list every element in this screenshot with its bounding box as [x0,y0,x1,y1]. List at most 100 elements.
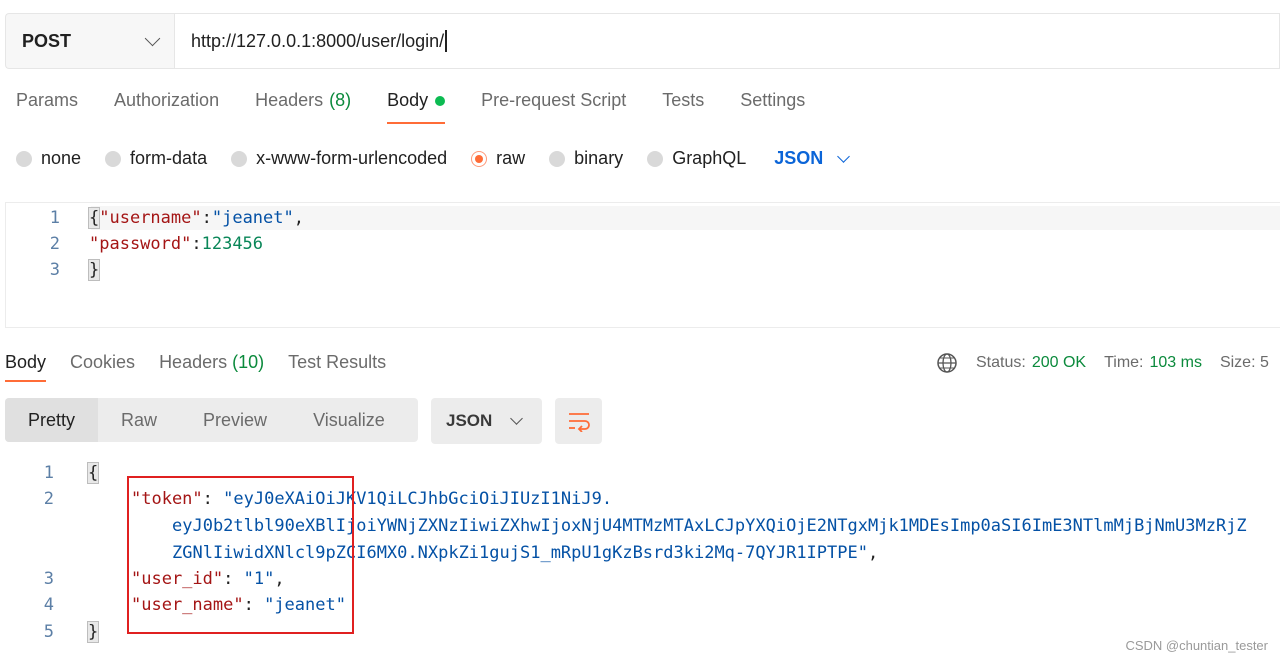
status-value[interactable]: 200 OK [1032,354,1086,372]
tab-headers[interactable]: Headers (8) [239,90,351,124]
code-content: "password":123456 [89,234,263,254]
code-line: 4 "user_name": "jeanet" [0,592,346,618]
tab-body[interactable]: Body [371,90,446,124]
line-number: 1 [49,208,60,228]
size-label[interactable]: Size: 5 [1220,354,1269,372]
radio-circle-icon [549,150,566,167]
tab-label: Settings [740,90,806,110]
text-caret [445,30,447,52]
code-content: { [86,462,100,484]
radio-circle-icon [105,150,122,167]
code-line: 5 } [0,619,100,645]
response-format-dropdown[interactable]: JSON [431,398,542,444]
code-content: } [86,621,100,643]
view-label: Preview [203,409,268,430]
json-string: "jeanet" [211,208,294,228]
view-raw-button[interactable]: Raw [98,398,180,442]
request-body-editor[interactable]: 1 {"username":"jeanet", 2 "password":123… [5,202,1280,328]
line-number: 4 [43,595,54,615]
annotation-highlight-box [127,476,354,634]
globe-icon[interactable] [936,352,958,374]
tab-pre-request-script[interactable]: Pre-request Script [465,90,626,124]
radio-label: form-data [130,148,208,168]
active-dot-icon [435,96,446,106]
tab-label: Authorization [114,90,220,110]
view-preview-button[interactable]: Preview [180,398,290,442]
radio-label: raw [496,148,526,168]
tab-response-body[interactable]: Body [5,352,47,382]
radio-selected-icon [471,150,488,167]
tab-tests[interactable]: Tests [646,90,704,124]
code-content: {"username":"jeanet", [87,207,304,229]
radio-binary[interactable]: binary [549,148,623,169]
json-number: 123456 [201,234,264,254]
headers-count: (8) [329,90,352,110]
radio-none[interactable]: none [16,148,81,169]
tab-authorization[interactable]: Authorization [98,90,219,124]
line-number: 2 [43,489,54,509]
brace: { [87,207,101,229]
code-line: 2 "password":123456 [6,231,263,257]
view-pretty-button[interactable]: Pretty [5,398,99,442]
radio-circle-icon [647,150,664,167]
body-type-selector: none form-data x-www-form-urlencoded raw… [16,148,851,169]
headers-count: (10) [232,352,265,372]
url-input[interactable]: http://127.0.0.1:8000/user/login/ [174,13,1280,69]
method-label: POST [22,30,72,51]
radio-raw[interactable]: raw [471,148,525,169]
radio-circle-icon [16,150,32,167]
line-number: 1 [43,463,54,483]
tab-cookies[interactable]: Cookies [70,352,135,382]
view-label: Visualize [313,409,385,430]
format-label: JSON [774,148,824,168]
tab-label: Headers [159,352,228,372]
watermark: CSDN @chuntian_tester [1125,638,1268,653]
brace: } [87,259,101,281]
radio-label: x-www-form-urlencoded [256,148,448,168]
code-content: } [87,259,101,281]
json-key: "password" [89,234,192,254]
tab-label: Body [5,352,47,372]
tab-label: Pre-request Script [481,90,627,110]
method-select[interactable]: POST [5,13,174,69]
time-value[interactable]: 103 ms [1149,354,1201,372]
radio-label: none [41,148,82,168]
radio-label: binary [574,148,624,168]
line-number: 5 [43,622,54,642]
request-tabs: Params Authorization Headers (8) Body Pre… [0,90,825,130]
radio-x-www-form-urlencoded[interactable]: x-www-form-urlencoded [231,148,447,169]
response-tabs: Body Cookies Headers (10) Test Results [5,352,410,382]
tab-label: Body [387,90,429,110]
tab-params[interactable]: Params [0,90,78,124]
line-number: 3 [49,260,60,280]
brace: { [86,462,100,484]
radio-form-data[interactable]: form-data [105,148,207,169]
tab-response-headers[interactable]: Headers (10) [159,352,264,382]
tab-label: Params [16,90,79,110]
radio-circle-icon [231,150,248,167]
tab-label: Test Results [288,352,387,372]
line-number: 3 [43,569,54,589]
tab-settings[interactable]: Settings [724,90,805,124]
tab-label: Tests [662,90,705,110]
wrap-lines-button[interactable] [555,398,602,444]
code-line: 2 "token": "eyJ0eXAiOiJKV1QiLCJhbGciOiJI… [0,486,612,512]
code-line: 3 "user_id": "1", [0,566,285,592]
response-status-bar: Status: 200 OK Time: 103 ms Size: 5 [936,352,1269,374]
view-label: Pretty [28,409,76,430]
status-label: Status: [976,354,1026,371]
url-text: http://127.0.0.1:8000/user/login/ [191,30,445,51]
tab-test-results[interactable]: Test Results [288,352,386,382]
view-visualize-button[interactable]: Visualize [290,398,408,442]
code-line: 3 } [6,257,101,283]
body-format-dropdown[interactable]: JSON [774,148,851,169]
radio-graphql[interactable]: GraphQL [647,148,746,169]
tab-label: Headers [255,90,324,110]
code-line: 1 { [0,460,100,486]
line-number: 2 [49,234,60,254]
time-label: Time: [1104,354,1144,371]
tab-label: Cookies [70,352,136,372]
json-key: "username" [99,208,202,228]
colon: : [191,234,202,254]
view-label: Raw [121,409,158,430]
